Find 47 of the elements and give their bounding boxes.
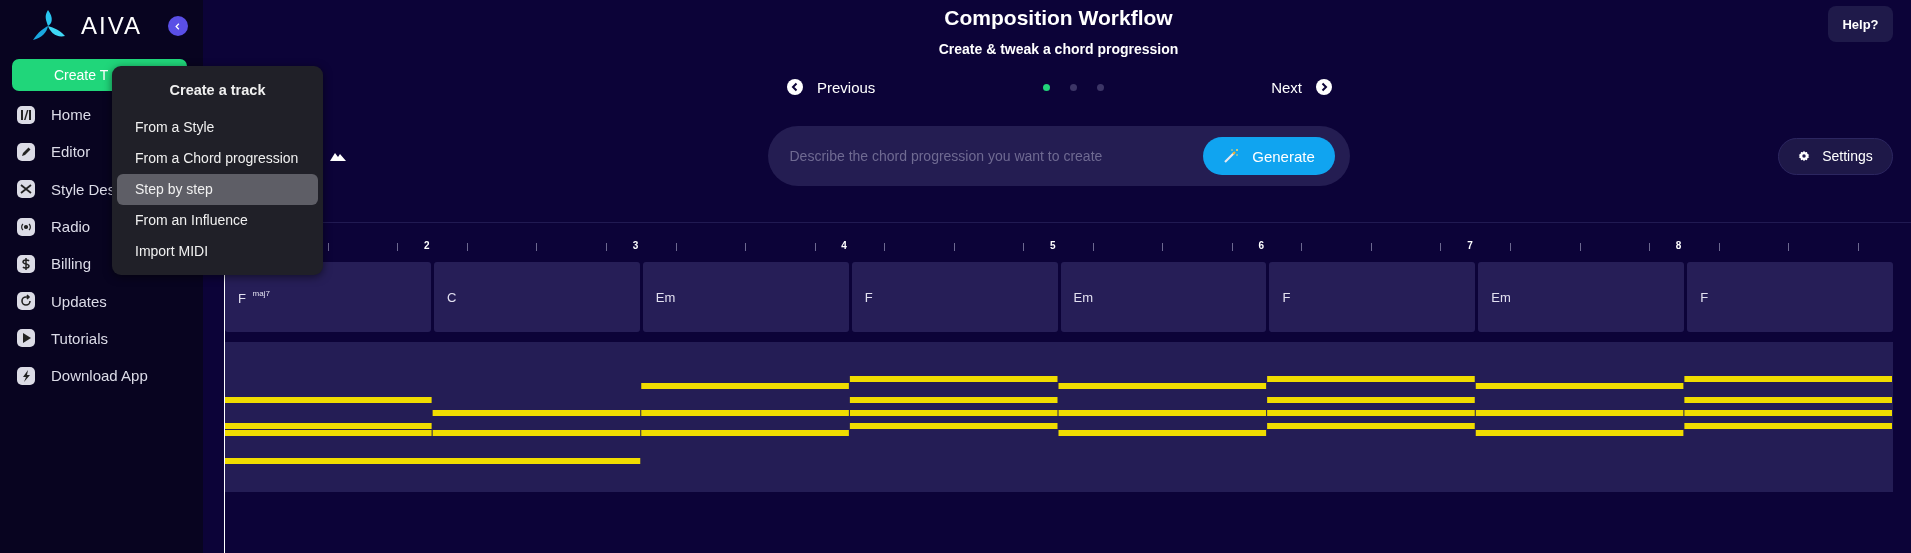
collapse-button[interactable] — [167, 16, 188, 36]
nav-item[interactable]: Tutorials — [0, 319, 203, 358]
download-icon — [17, 366, 35, 385]
step-dot[interactable] — [1069, 83, 1077, 91]
chord-block[interactable]: Em — [1060, 262, 1267, 332]
bar-number: 8 — [1675, 240, 1682, 251]
bar-number: 7 — [1467, 240, 1473, 251]
magic-wand-icon — [1222, 147, 1241, 165]
play-icon — [17, 329, 35, 348]
dollar-icon — [17, 254, 35, 273]
menu-item[interactable]: From a Style — [117, 112, 318, 143]
bar-number: 4 — [841, 240, 847, 251]
prompt-input[interactable]: Describe the chord progression you want to create — [787, 147, 1182, 165]
bar-number: 3 — [632, 240, 639, 251]
chord-block[interactable]: F $^{maj7}$ — [225, 262, 431, 332]
pencil-icon — [17, 142, 35, 161]
shuffle-icon — [17, 180, 35, 199]
page-subtitle: Create & tweak a chord progression — [938, 41, 1179, 57]
nav-item[interactable]: Download App — [0, 357, 203, 395]
chord-block[interactable]: F — [1687, 262, 1893, 332]
menu-item[interactable]: From an Influence — [117, 205, 318, 236]
home-icon — [17, 105, 35, 124]
chord-block[interactable]: C — [433, 262, 640, 332]
chord-block[interactable]: F — [851, 262, 1058, 332]
previous-button[interactable]: Previous — [787, 78, 876, 96]
menu-item[interactable]: Step by step — [117, 174, 318, 205]
brand-name: AIVA — [81, 12, 142, 40]
step-dot[interactable] — [1096, 83, 1104, 91]
page-title: Composition Workflow — [943, 6, 1174, 30]
chevron-right-icon — [1316, 79, 1332, 95]
help-button[interactable]: Help? — [1828, 6, 1893, 42]
nav-item[interactable]: Updates — [0, 282, 203, 320]
chord-block[interactable]: Em — [642, 262, 849, 332]
bar-number: 5 — [1049, 240, 1056, 251]
bar-number: 2 — [424, 240, 430, 251]
next-button[interactable]: Next — [1271, 78, 1332, 96]
chord-block[interactable]: Em — [1478, 262, 1685, 332]
menu-item[interactable]: From a Chord progression — [117, 143, 318, 174]
settings-icon — [1798, 150, 1811, 162]
broadcast-icon — [17, 217, 35, 236]
bar-number: 6 — [1258, 240, 1265, 251]
refresh-icon — [17, 292, 35, 311]
chord-block[interactable]: F — [1269, 262, 1476, 332]
settings-button[interactable]: Settings — [1778, 137, 1893, 175]
peak-icon[interactable] — [330, 151, 346, 161]
chevron-left-icon — [787, 79, 803, 95]
step-dot[interactable] — [1042, 83, 1050, 91]
